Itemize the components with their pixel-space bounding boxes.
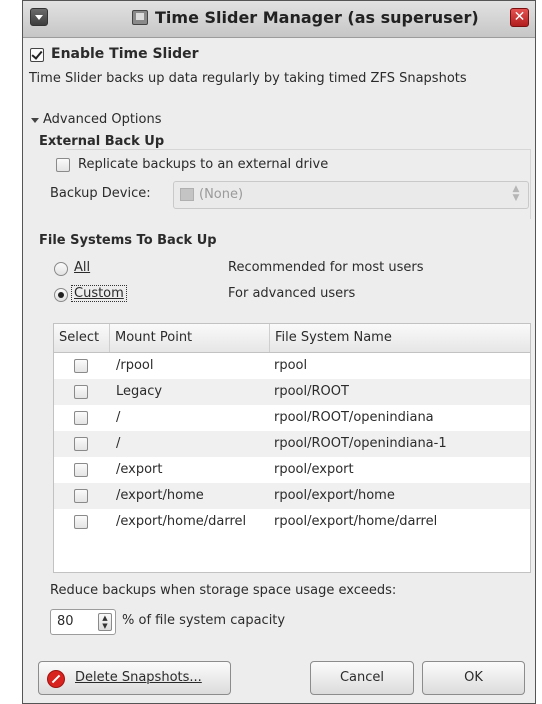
fs-name-cell: rpool/ROOT/openindiana xyxy=(274,410,434,425)
backup-device-value: (None) xyxy=(199,187,244,202)
fs-name-cell: rpool/ROOT xyxy=(274,384,349,399)
drive-icon xyxy=(180,188,194,201)
column-header-select[interactable]: Select xyxy=(54,324,110,352)
radio-custom[interactable] xyxy=(54,288,68,302)
table-row[interactable]: Legacy rpool/ROOT xyxy=(54,379,530,405)
mount-point-cell: / xyxy=(116,436,121,451)
window-title: Time Slider Manager (as superuser) xyxy=(155,8,479,27)
fs-name-cell: rpool/export/home/darrel xyxy=(274,514,438,529)
replicate-label[interactable]: Replicate backups to an external drive xyxy=(78,157,328,172)
enable-description: Time Slider backs up data regularly by t… xyxy=(29,71,467,86)
row-select-checkbox[interactable] xyxy=(74,411,88,425)
column-header-mount-point[interactable]: Mount Point xyxy=(110,324,270,352)
delete-snapshots-button[interactable]: Delete Snapshots... xyxy=(38,661,231,695)
radio-all-description: Recommended for most users xyxy=(228,260,424,275)
mount-point-cell: / xyxy=(116,410,121,425)
expander-arrow-icon[interactable] xyxy=(31,118,39,123)
no-entry-icon xyxy=(47,670,65,688)
enable-time-slider-label[interactable]: Enable Time Slider xyxy=(51,46,199,62)
window-menu-icon[interactable] xyxy=(30,8,48,26)
backup-device-combo[interactable]: (None) ▲ ▼ xyxy=(173,181,529,209)
backup-device-label: Backup Device: xyxy=(50,186,151,201)
combo-arrows-icon: ▲ ▼ xyxy=(512,184,520,203)
mount-point-cell: /export xyxy=(116,462,163,477)
delete-snapshots-label: Delete Snapshots... xyxy=(75,670,202,685)
close-icon[interactable]: ✕ xyxy=(510,8,529,27)
row-select-checkbox[interactable] xyxy=(74,385,88,399)
row-select-checkbox[interactable] xyxy=(74,437,88,451)
cancel-button[interactable]: Cancel xyxy=(310,661,414,695)
mount-point-cell: /rpool xyxy=(116,358,154,373)
title-bar: Time Slider Manager (as superuser) ✕ xyxy=(23,1,535,38)
radio-custom-description: For advanced users xyxy=(228,286,356,301)
mount-point-cell: Legacy xyxy=(116,384,163,399)
row-select-checkbox[interactable] xyxy=(74,489,88,503)
external-backup-heading: External Back Up xyxy=(39,134,165,149)
time-slider-manager-window: Time Slider Manager (as superuser) ✕ Ena… xyxy=(22,0,536,704)
table-row[interactable]: /export/home rpool/export/home xyxy=(54,483,530,509)
row-select-checkbox[interactable] xyxy=(74,359,88,373)
table-row[interactable]: / rpool/ROOT/openindiana-1 xyxy=(54,431,530,457)
cancel-label: Cancel xyxy=(339,670,385,685)
replicate-checkbox[interactable] xyxy=(56,158,70,172)
fs-name-cell: rpool/export xyxy=(274,462,354,477)
fs-name-cell: rpool/ROOT/openindiana-1 xyxy=(274,436,447,451)
mount-point-cell: /export/home/darrel xyxy=(116,514,247,529)
row-select-checkbox[interactable] xyxy=(74,463,88,477)
radio-all[interactable] xyxy=(54,262,68,276)
radio-custom-label[interactable]: Custom xyxy=(71,285,127,302)
spin-arrows-icon[interactable]: ▲ ▼ xyxy=(98,613,112,631)
storage-threshold-value[interactable]: 80 xyxy=(57,614,74,629)
storage-threshold-suffix: % of file system capacity xyxy=(122,613,286,628)
fs-name-cell: rpool/export/home xyxy=(274,488,395,503)
filesystems-heading: File Systems To Back Up xyxy=(39,233,217,248)
table-row[interactable]: /export/home/darrel rpool/export/home/da… xyxy=(54,509,530,535)
table-row[interactable]: / rpool/ROOT/openindiana xyxy=(54,405,530,431)
ok-button[interactable]: OK xyxy=(422,661,525,695)
table-header: Select Mount Point File System Name xyxy=(54,324,530,353)
storage-threshold-label: Reduce backups when storage space usage … xyxy=(50,583,397,598)
time-slider-app-icon xyxy=(132,10,148,25)
radio-all-label[interactable]: All xyxy=(74,260,90,275)
enable-time-slider-checkbox[interactable] xyxy=(30,48,44,62)
ok-label: OK xyxy=(464,670,483,685)
table-row[interactable]: /export rpool/export xyxy=(54,457,530,483)
mount-point-cell: /export/home xyxy=(116,488,204,503)
table-row[interactable]: /rpool rpool xyxy=(54,353,530,379)
column-header-fs-name[interactable]: File System Name xyxy=(270,324,530,352)
row-select-checkbox[interactable] xyxy=(74,515,88,529)
filesystems-table: Select Mount Point File System Name /rpo… xyxy=(53,323,531,573)
storage-threshold-spinbox[interactable]: 80 ▲ ▼ xyxy=(50,609,116,635)
fs-name-cell: rpool xyxy=(274,358,308,373)
advanced-options-expander[interactable]: Advanced Options xyxy=(43,112,162,127)
